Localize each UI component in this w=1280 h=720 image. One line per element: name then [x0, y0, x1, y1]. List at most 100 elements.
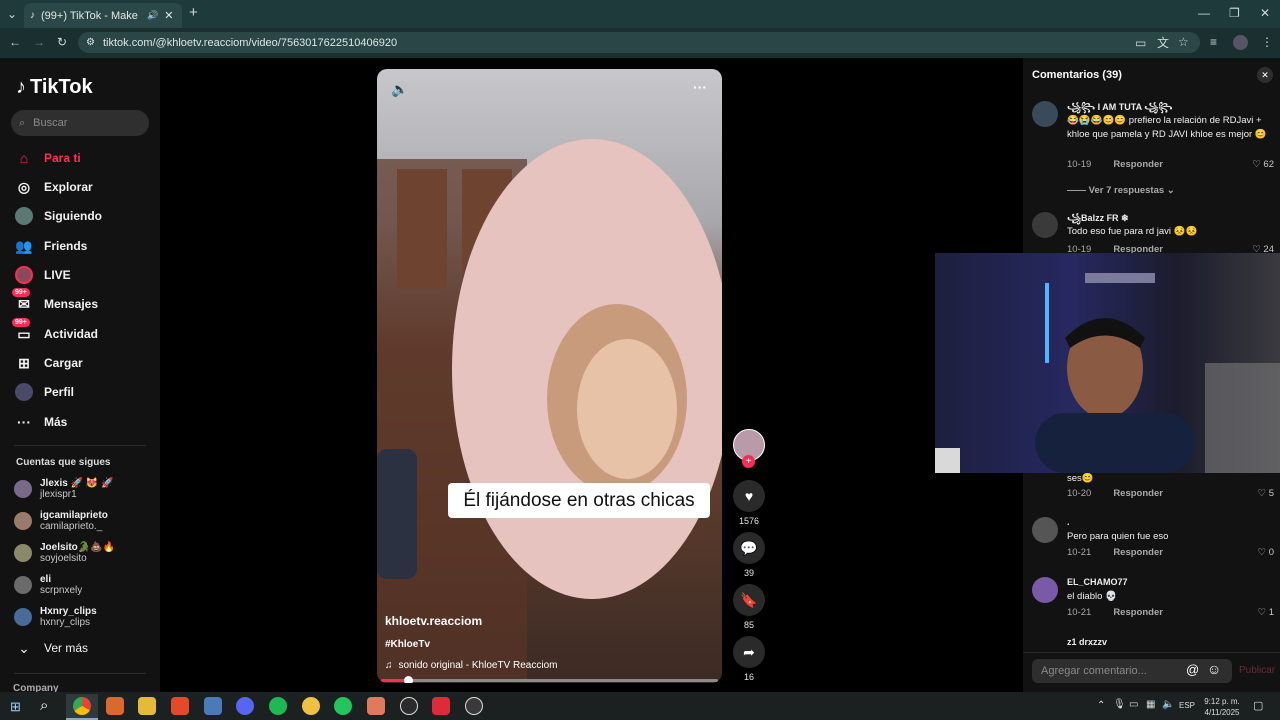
- microphone-icon[interactable]: 🎙: [1113, 699, 1126, 710]
- new-tab-icon[interactable]: +: [189, 5, 198, 20]
- bookmark-star-icon[interactable]: ☆: [1178, 35, 1189, 49]
- comment-likes[interactable]: ♡ 0: [1258, 547, 1274, 558]
- commenter-avatar[interactable]: [1032, 212, 1058, 238]
- calculator-icon[interactable]: [204, 697, 222, 715]
- activity-badge: 99+: [12, 318, 30, 327]
- nav-item-mensajes[interactable]: ✉ 99+ Mensajes: [12, 288, 98, 315]
- commenter-name[interactable]: EL_CHAMO77: [1067, 577, 1128, 587]
- following-item[interactable]: Joelsito🐊💩🔥 soyjoelsito: [14, 542, 115, 564]
- share-action[interactable]: ➦ 16: [733, 636, 765, 682]
- nav-item-cargar[interactable]: ⊞ Cargar: [14, 352, 83, 374]
- commenter-avatar[interactable]: [1032, 101, 1058, 127]
- volume-tray-icon[interactable]: 🔈: [1162, 699, 1174, 710]
- language-indicator[interactable]: ESP: [1179, 701, 1195, 710]
- comment-likes[interactable]: ♡ 62: [1252, 159, 1274, 170]
- brave-icon[interactable]: [171, 697, 189, 715]
- comment-likes[interactable]: ♡ 1: [1258, 607, 1274, 618]
- video-hashtag[interactable]: #KhloeTv: [385, 639, 430, 650]
- see-more-button[interactable]: ⌄ Ver más: [14, 637, 88, 659]
- file-explorer-icon[interactable]: [138, 697, 156, 715]
- profile-avatar[interactable]: [1233, 35, 1248, 50]
- video-sound[interactable]: ♫ sonido original - KhloeTV Reacciom: [385, 660, 557, 671]
- discord-icon[interactable]: [236, 697, 254, 715]
- view-replies-button[interactable]: —— Ver 7 respuestas ⌄: [1067, 185, 1175, 196]
- tiktok-logo[interactable]: ♪ TikTok: [16, 76, 93, 99]
- steam-icon[interactable]: [400, 697, 418, 715]
- tab-search-icon[interactable]: ⌄: [7, 7, 17, 21]
- reply-button[interactable]: Responder: [1113, 547, 1163, 558]
- following-item[interactable]: Hxnry_clips hxnry_clips: [14, 606, 97, 628]
- network-icon[interactable]: ▦: [1146, 699, 1155, 710]
- chrome-canary-icon[interactable]: [302, 697, 320, 715]
- app-icon[interactable]: [106, 697, 124, 715]
- app-icon[interactable]: [432, 697, 450, 715]
- clock[interactable]: 9:12 p. m. 4/11/2025: [1202, 696, 1242, 718]
- forward-icon[interactable]: →: [33, 35, 45, 49]
- obs-icon[interactable]: [465, 697, 483, 715]
- view-replies-label: Ver 7 respuestas: [1088, 185, 1165, 196]
- following-item[interactable]: Jlexis 🚀 😻 🚀 jlexispr1: [14, 478, 114, 500]
- nav-item-friends[interactable]: 👥 Friends: [14, 235, 87, 257]
- comment-input[interactable]: Agregar comentario...: [1032, 659, 1232, 683]
- nav-item-para-ti[interactable]: ⌂ Para ti: [14, 147, 81, 169]
- following-item[interactable]: igcamilaprieto camilaprieto._: [14, 510, 108, 532]
- comment-likes[interactable]: ♡ 5: [1258, 488, 1274, 499]
- app-icon[interactable]: [334, 697, 352, 715]
- translate-icon[interactable]: 文: [1157, 36, 1169, 50]
- close-comments-icon[interactable]: ✕: [1257, 67, 1273, 83]
- reply-button[interactable]: Responder: [1113, 488, 1163, 499]
- commenter-name[interactable]: z1 drxzzv: [1067, 637, 1107, 647]
- browser-tab[interactable]: ♪ (99+) TikTok - Make Your Day 🔊 ✕: [24, 3, 182, 28]
- video-progress-bar[interactable]: [381, 676, 718, 683]
- music-note-icon: ♫: [385, 660, 393, 671]
- comment-icon[interactable]: 💬: [733, 532, 765, 564]
- back-icon[interactable]: ←: [9, 35, 21, 49]
- address-bar[interactable]: ⚙ tiktok.com/@khloetv.reacciom/video/756…: [78, 32, 1200, 53]
- media-controls-icon[interactable]: ≡: [1210, 35, 1217, 49]
- heart-icon[interactable]: ♥: [733, 480, 765, 512]
- bookmark-icon[interactable]: 🔖: [733, 584, 765, 616]
- restore-icon[interactable]: ❐: [1229, 6, 1240, 20]
- video-author[interactable]: khloetv.reacciom: [385, 614, 482, 628]
- windows-start-icon[interactable]: ⊞: [10, 699, 21, 715]
- site-info-icon[interactable]: ⚙: [86, 37, 95, 48]
- tab-close-icon[interactable]: ✕: [164, 9, 173, 22]
- mention-icon[interactable]: @: [1186, 662, 1199, 677]
- video-player[interactable]: 🔊 ··· khloetv.reacciom #KhloeTv ♫ sonido…: [377, 69, 722, 683]
- following-item[interactable]: eli scrpnxely: [14, 574, 82, 596]
- close-window-icon[interactable]: ✕: [1260, 6, 1270, 20]
- tray-chevron-icon[interactable]: ⌃: [1097, 700, 1105, 711]
- notifications-icon[interactable]: ▢: [1253, 699, 1263, 712]
- volume-icon[interactable]: 🔊: [391, 81, 408, 98]
- share-icon[interactable]: ➦: [733, 636, 765, 668]
- commenter-avatar[interactable]: [1032, 577, 1058, 603]
- nav-item-explorar[interactable]: ◎ Explorar: [14, 176, 93, 198]
- nav-item-live[interactable]: LIVE: [14, 264, 71, 286]
- chrome-icon[interactable]: [73, 697, 91, 715]
- reply-button[interactable]: Responder: [1113, 159, 1163, 170]
- cast-icon[interactable]: ▭: [1135, 36, 1146, 50]
- app-icon[interactable]: [367, 697, 385, 715]
- nav-item-siguiendo[interactable]: Siguiendo: [14, 205, 102, 227]
- display-icon[interactable]: ▭: [1129, 699, 1138, 710]
- video-progress-handle[interactable]: [403, 676, 413, 683]
- spotify-icon[interactable]: [269, 697, 287, 715]
- like-action[interactable]: ♥ 1576: [733, 480, 765, 526]
- comment-action[interactable]: 💬 39: [733, 532, 765, 578]
- nav-item-perfil[interactable]: Perfil: [14, 381, 74, 403]
- more-options-icon[interactable]: ···: [693, 79, 707, 95]
- reload-icon[interactable]: ↻: [57, 35, 67, 49]
- emoji-icon[interactable]: ☺: [1207, 661, 1221, 677]
- minimize-icon[interactable]: —: [1198, 6, 1210, 20]
- save-action[interactable]: 🔖 85: [733, 584, 765, 630]
- nav-item-actividad[interactable]: ▭ 99+ Actividad: [12, 318, 98, 345]
- search-taskbar-icon[interactable]: ⌕: [40, 697, 48, 714]
- publish-button[interactable]: Publicar: [1239, 665, 1275, 676]
- nav-item-mas[interactable]: ··· Más: [14, 411, 67, 433]
- follow-plus-icon[interactable]: +: [742, 455, 755, 468]
- commenter-avatar[interactable]: [1032, 517, 1058, 543]
- browser-menu-icon[interactable]: ⋮: [1261, 35, 1273, 49]
- commenter-name[interactable]: .: [1067, 517, 1070, 527]
- reply-button[interactable]: Responder: [1113, 607, 1163, 618]
- search-input[interactable]: ⌕ Buscar: [11, 110, 149, 136]
